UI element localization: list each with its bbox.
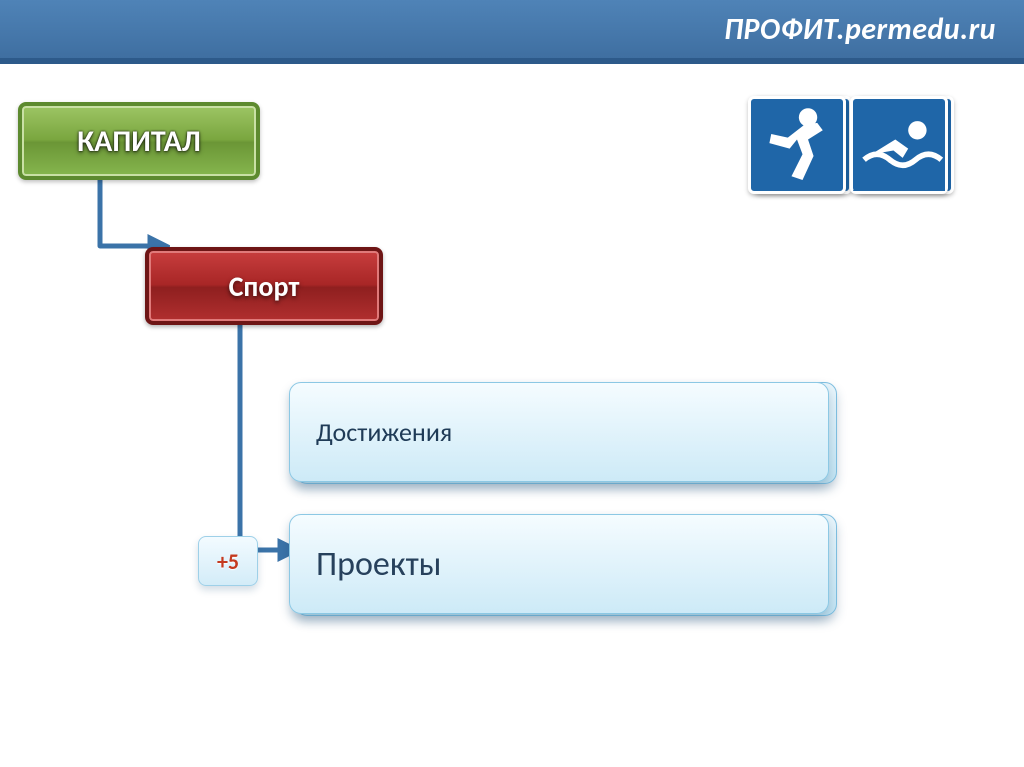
node-sport-label: Спорт [229, 269, 300, 304]
node-capital-label: КАПИТАЛ [77, 123, 200, 160]
header-bar: ПРОФИТ.permedu.ru [0, 0, 1024, 64]
node-capital: КАПИТАЛ [18, 102, 260, 180]
header-title: ПРОФИТ.permedu.ru [724, 11, 996, 48]
card-front: Достижения [289, 382, 829, 482]
swimming-icon [850, 96, 948, 194]
node-achievements-label: Достижения [316, 416, 452, 448]
node-projects: Проекты [289, 514, 829, 624]
node-sport: Спорт [145, 247, 383, 325]
bonus-label: +5 [217, 548, 239, 575]
sports-icons [744, 96, 964, 266]
node-achievements: Достижения [289, 382, 829, 492]
card-front: Проекты [289, 514, 829, 614]
diagram-canvas: КАПИТАЛ Спорт Достижения Проекты +5 [0, 64, 1024, 767]
running-icon [748, 96, 846, 194]
node-projects-label: Проекты [316, 544, 441, 585]
bonus-tag: +5 [198, 536, 258, 586]
